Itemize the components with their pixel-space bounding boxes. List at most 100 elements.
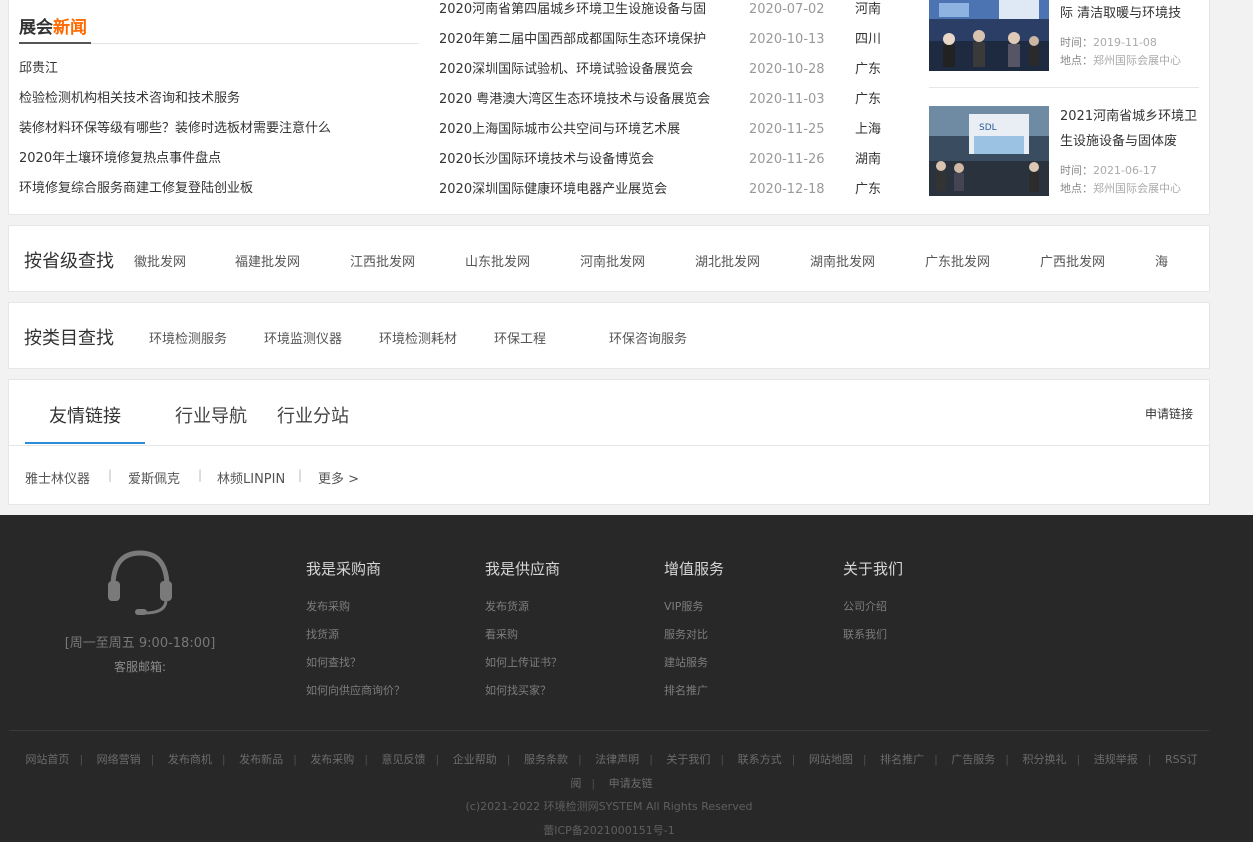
- footer-nav-link[interactable]: 发布新品: [239, 753, 283, 766]
- province-link[interactable]: 江西批发网: [350, 251, 415, 270]
- expo-place: 广东: [855, 92, 882, 107]
- footer-link[interactable]: 如何上传证书？: [485, 654, 562, 670]
- province-search-title: 按省级查找: [24, 251, 114, 272]
- friend-link[interactable]: 林频LINPIN: [217, 468, 285, 487]
- province-link[interactable]: 海: [1155, 251, 1168, 270]
- footer-link[interactable]: 看采购: [485, 626, 518, 642]
- place-label: 地点：: [1060, 54, 1093, 67]
- separator: |: [198, 468, 203, 482]
- province-link[interactable]: 徽批发网: [134, 251, 186, 270]
- news-item[interactable]: 邱贵江: [19, 57, 419, 87]
- footer-link[interactable]: 发布货源: [485, 598, 529, 614]
- friend-link[interactable]: 雅士林仪器: [25, 468, 90, 487]
- province-link[interactable]: 湖南批发网: [810, 251, 875, 270]
- tab-industry-sites[interactable]: 行业分站: [277, 402, 349, 428]
- expo-place: 上海: [855, 122, 882, 137]
- category-link[interactable]: 环境检测服务: [149, 328, 227, 347]
- category-search-title: 按类目查找: [24, 328, 114, 349]
- expo-title[interactable]: 2020上海国际城市公共空间与环境艺术展: [439, 119, 729, 141]
- expo-title[interactable]: 2020深圳国际健康环境电器产业展览会: [439, 179, 729, 201]
- footer-nav-link[interactable]: 广告服务: [951, 753, 995, 766]
- footer-link[interactable]: 排名推广: [664, 682, 708, 698]
- news-item[interactable]: 2020年土壤环境修复热点事件盘点: [19, 147, 419, 177]
- featured-expo[interactable]: SDL 2021河南省城乡环境卫生设施设备与固体废 时间：2021-06-17 …: [929, 106, 1201, 198]
- footer-link[interactable]: 找货源: [306, 626, 339, 642]
- footer-nav-link[interactable]: 违规举报: [1094, 753, 1138, 766]
- service-hours: [周一至周五 9:00-18:00]: [64, 636, 216, 651]
- separator: |: [108, 468, 113, 482]
- headset-icon: [105, 547, 175, 619]
- footer-link[interactable]: 公司介绍: [843, 598, 887, 614]
- category-link[interactable]: 环境检测耗材: [379, 328, 457, 347]
- more-links[interactable]: 更多 >: [318, 468, 359, 487]
- expo-date: 2020-10-13: [749, 32, 825, 47]
- expo-photo[interactable]: [929, 0, 1049, 71]
- footer-link[interactable]: 服务对比: [664, 626, 708, 642]
- footer-nav-link[interactable]: 网站地图: [809, 753, 853, 766]
- footer-nav-link[interactable]: 法律声明: [595, 753, 639, 766]
- province-link[interactable]: 湖北批发网: [695, 251, 760, 270]
- news-list: 邱贵江 检验检测机构相关技术咨询和技术服务 装修材料环保等级有哪些？装修时选板材…: [19, 57, 419, 207]
- expo-title[interactable]: 2020年第二届中国西部成都国际生态环境保护: [439, 29, 729, 51]
- tab-industry-nav[interactable]: 行业导航: [175, 402, 247, 428]
- expo-place: 广东: [855, 62, 882, 77]
- news-title-prefix: 展会: [19, 18, 53, 38]
- featured-expo[interactable]: 际 清洁取暖与环境技 时间：2019-11-08 地点：郑州国际会展中心: [929, 0, 1201, 73]
- category-link[interactable]: 环保工程: [494, 328, 546, 347]
- footer-link[interactable]: 如何找买家？: [485, 682, 551, 698]
- footer-nav-link[interactable]: 积分换礼: [1023, 753, 1067, 766]
- expo-title[interactable]: 2020 粤港澳大湾区生态环境技术与设备展览会: [439, 89, 729, 111]
- province-link[interactable]: 河南批发网: [580, 251, 645, 270]
- category-link[interactable]: 环境监测仪器: [264, 328, 342, 347]
- news-item[interactable]: 环境修复综合服务商建工修复登陆创业板: [19, 177, 419, 207]
- footer-col-title: 我是供应商: [485, 560, 561, 578]
- province-link[interactable]: 广西批发网: [1040, 251, 1105, 270]
- expo-place: 湖南: [855, 152, 882, 167]
- footer: [周一至周五 9:00-18:00] 客服邮箱: 我是采购商 发布采购 找货源 …: [0, 515, 1253, 842]
- category-link[interactable]: 环保咨询服务: [609, 328, 687, 347]
- footer-nav-link[interactable]: 排名推广: [880, 753, 924, 766]
- footer-nav-link[interactable]: 服务条款: [524, 753, 568, 766]
- place-label: 地点：: [1060, 182, 1093, 195]
- footer-link[interactable]: 如何向供应商询价？: [306, 682, 405, 698]
- footer-nav-link[interactable]: 网站首页: [25, 753, 69, 766]
- apply-link-button[interactable]: 申请链接: [1145, 405, 1193, 422]
- expo-title[interactable]: 2020河南省第四届城乡环境卫生设施设备与固: [439, 0, 729, 21]
- time-value: 2021-06-17: [1093, 164, 1157, 177]
- province-link[interactable]: 广东批发网: [925, 251, 990, 270]
- footer-nav-link[interactable]: 网络营销: [97, 753, 141, 766]
- footer-col-title: 我是采购商: [306, 560, 382, 578]
- footer-nav-link[interactable]: 意见反馈: [382, 753, 426, 766]
- expo-title[interactable]: 2020深圳国际试验机、环境试验设备展览会: [439, 59, 729, 81]
- footer-nav: 网站首页 | 网络营销 | 发布商机 | 发布新品 | 发布采购 | 意见反馈 | 企业帮助…: [25, 753, 1198, 790]
- friend-link[interactable]: 爱斯佩克: [128, 468, 180, 487]
- icp-number[interactable]: 蕾ICP备2021000151号-1: [0, 822, 1218, 838]
- footer-nav-link[interactable]: 联系方式: [738, 753, 782, 766]
- province-link[interactable]: 福建批发网: [235, 251, 300, 270]
- expo-title[interactable]: 2020长沙国际环境技术与设备博览会: [439, 149, 729, 171]
- copyright: (c)2021-2022 环境检测网SYSTEM All Rights Rese…: [465, 800, 753, 813]
- footer-nav-link[interactable]: 关于我们: [666, 753, 710, 766]
- footer-link[interactable]: 建站服务: [664, 654, 708, 670]
- place-value: 郑州国际会展中心: [1093, 54, 1181, 67]
- footer-nav-link[interactable]: 发布采购: [310, 753, 354, 766]
- featured-title[interactable]: 2021河南省城乡环境卫生设施设备与固体废: [1060, 104, 1202, 154]
- expo-photo[interactable]: SDL: [929, 106, 1049, 196]
- featured-title[interactable]: 际 清洁取暖与环境技: [1060, 1, 1202, 26]
- expo-row: 2020河南省第四届城乡环境卫生设施设备与固 2020-07-02 河南: [439, 0, 899, 29]
- expo-date: 2020-10-28: [749, 62, 825, 77]
- footer-nav-link[interactable]: 申请友链: [609, 777, 653, 790]
- footer-link[interactable]: VIP服务: [664, 598, 703, 614]
- tab-friend-links[interactable]: 友情链接: [49, 402, 121, 428]
- footer-nav-link[interactable]: 企业帮助: [453, 753, 497, 766]
- footer-col-title: 关于我们: [843, 560, 904, 578]
- footer-nav-link[interactable]: 发布商机: [168, 753, 212, 766]
- footer-link[interactable]: 发布采购: [306, 598, 350, 614]
- news-item[interactable]: 装修材料环保等级有哪些？装修时选板材需要注意什么: [19, 117, 419, 147]
- province-link[interactable]: 山东批发网: [465, 251, 530, 270]
- time-value: 2019-11-08: [1093, 36, 1157, 49]
- news-item[interactable]: 检验检测机构相关技术咨询和技术服务: [19, 87, 419, 117]
- footer-link[interactable]: 联系我们: [843, 626, 887, 642]
- expo-row: 2020深圳国际健康环境电器产业展览会 2020-12-18 广东: [439, 179, 899, 209]
- footer-link[interactable]: 如何查找？: [306, 654, 361, 670]
